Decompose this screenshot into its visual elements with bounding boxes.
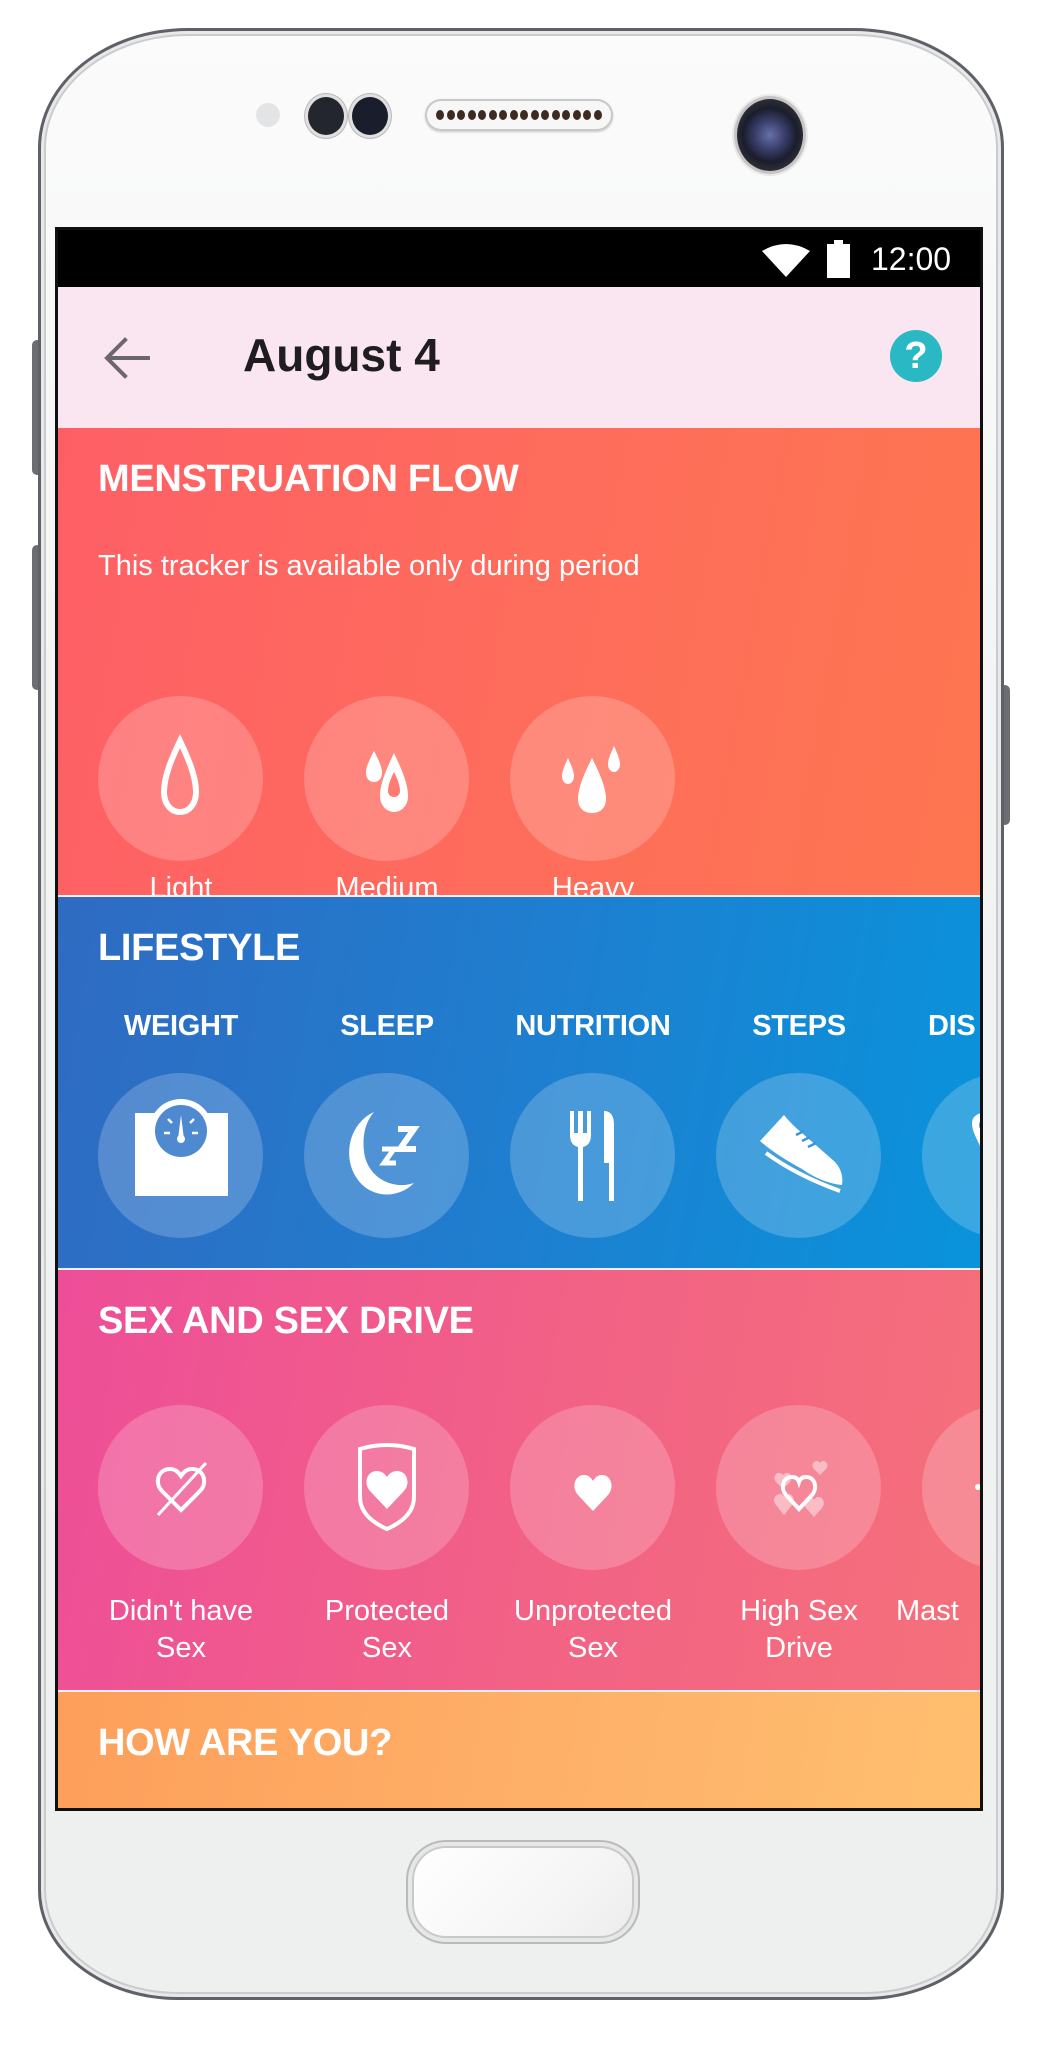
section-title: HOW ARE YOU? [98,1722,393,1764]
earpiece-speaker [425,99,613,131]
two-drops-icon [366,751,408,812]
lifestyle-section: LIFESTYLE WEIGHT SLEEP NUTRITION STEPS D… [58,897,980,1268]
sex-option-label-line1: Protected [324,1595,450,1627]
help-circle-icon: ? [904,335,928,377]
page-title: August 4 [243,329,440,381]
lifestyle-label: DIS [928,1010,976,1042]
sex-option-label-line1: Didn't have [108,1595,254,1627]
front-camera [737,99,803,171]
iris-sensor [352,97,388,135]
how-are-you-section: HOW ARE YOU? [58,1692,980,1808]
home-button[interactable] [412,1846,634,1938]
flow-option-label: Heavy [551,872,635,895]
app-bar: August 4 ? [58,287,980,428]
phone-screen: 12:00 August 4 ? MENSTRUATION FLOW This … [58,230,980,1808]
flow-option-label: Medium [335,872,439,895]
help-button[interactable]: ? [890,330,942,382]
sex-option-label-line2: Drive [765,1632,833,1664]
notification-led [256,103,280,127]
sex-option-label-line1: Mast [896,1595,959,1627]
lifestyle-label: STEPS [752,1010,846,1042]
clock: 12:00 [871,241,952,277]
section-title: SEX AND SEX DRIVE [98,1300,474,1342]
sex-option-label-line2: Sex [156,1632,206,1664]
sex-drive-section: SEX AND SEX DRIVE Didn't have Sex Protec… [58,1270,980,1690]
sneaker-icon [760,1115,843,1193]
heart-icon [574,1475,612,1511]
lifestyle-label: SLEEP [340,1010,434,1042]
scale-icon [135,1099,228,1196]
drop-outline-icon [160,733,200,816]
shield-heart-icon [358,1443,416,1532]
wifi-icon [762,244,810,277]
fork-knife-icon [570,1111,614,1201]
sex-option-label-line2: Sex [568,1632,618,1664]
moon-zzz-icon [349,1112,420,1195]
status-bar: 12:00 [58,230,980,287]
lifestyle-label: NUTRITION [515,1010,671,1042]
section-title: LIFESTYLE [98,927,301,969]
three-drops-icon [562,746,620,813]
section-subtitle: This tracker is available only during pe… [98,550,640,582]
battery-icon [827,240,850,278]
menstruation-flow-section: MENSTRUATION FLOW This tracker is availa… [58,428,980,895]
heart-crossed-icon [155,1461,208,1517]
map-pin-icon [972,1113,980,1146]
sex-option-label-line1: High Sex [740,1595,858,1627]
masturbation-icon [975,1484,980,1490]
lifestyle-label: WEIGHT [123,1010,239,1042]
proximity-sensor [308,97,344,135]
hearts-icon [774,1461,828,1517]
sex-option-label-line2: Sex [362,1632,412,1664]
section-title: MENSTRUATION FLOW [98,458,519,500]
flow-option-label: Light [149,872,213,895]
sex-option-label-line1: Unprotected [514,1595,672,1627]
arrow-left-icon[interactable] [102,335,152,381]
